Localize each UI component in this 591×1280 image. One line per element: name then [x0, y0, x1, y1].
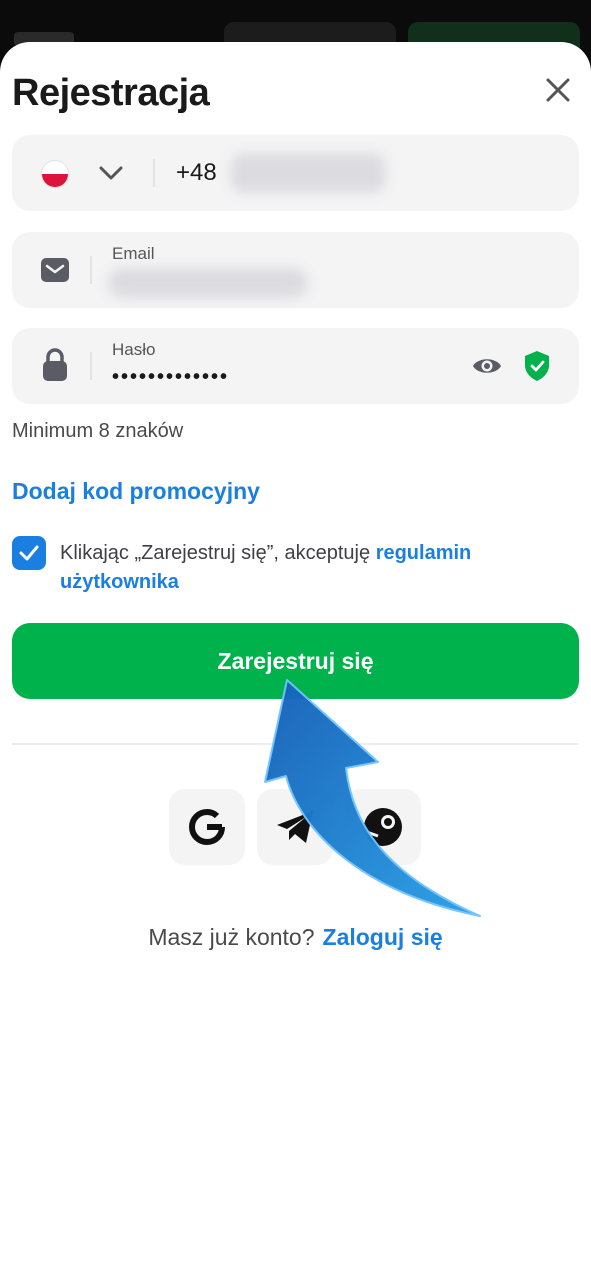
login-prompt: Masz już konto? Zaloguj się [0, 924, 591, 951]
phone-number-blurred [230, 153, 386, 193]
password-label: Hasło [112, 340, 156, 359]
envelope-icon [41, 258, 69, 282]
login-question: Masz już konto? [148, 924, 315, 950]
google-icon [188, 808, 225, 846]
email-field[interactable]: Email [12, 232, 579, 308]
country-dropdown[interactable] [98, 161, 124, 185]
terms-checkbox[interactable] [12, 536, 46, 570]
telegram-icon [277, 811, 313, 843]
email-value-blurred [108, 268, 308, 298]
registration-sheet: Rejestracja +48 Email Hasło ••••••••••••… [0, 42, 591, 1280]
register-button[interactable]: Zarejestruj się [12, 623, 579, 699]
telegram-login-button[interactable] [257, 789, 333, 865]
field-divider [90, 256, 92, 284]
poland-flag-icon [41, 160, 69, 188]
terms-prefix: Klikając „Zarejestruj się”, akceptuję [60, 542, 376, 564]
checkmark-icon [19, 545, 39, 561]
page-title: Rejestracja [12, 72, 210, 114]
eye-icon[interactable] [472, 354, 502, 378]
phone-field[interactable]: +48 [12, 135, 579, 211]
lock-icon [43, 348, 67, 381]
steam-login-button[interactable] [345, 789, 421, 865]
steam-icon [363, 808, 402, 846]
email-label: Email [112, 244, 155, 263]
divider [12, 743, 579, 745]
terms-text: Klikając „Zarejestruj się”, akceptuję re… [60, 539, 560, 597]
chevron-down-icon [99, 166, 123, 180]
close-button[interactable] [540, 72, 576, 108]
password-value[interactable]: ••••••••••••• [112, 366, 229, 389]
close-icon [546, 78, 570, 102]
google-login-button[interactable] [169, 789, 245, 865]
password-hint: Minimum 8 znaków [12, 420, 184, 442]
phone-prefix: +48 [176, 159, 217, 186]
password-field[interactable]: Hasło ••••••••••••• [12, 328, 579, 404]
shield-check-icon [525, 351, 549, 381]
promo-code-link[interactable]: Dodaj kod promocyjny [12, 478, 260, 505]
field-divider [90, 352, 92, 380]
field-divider [153, 159, 155, 187]
login-link[interactable]: Zaloguj się [323, 924, 443, 950]
